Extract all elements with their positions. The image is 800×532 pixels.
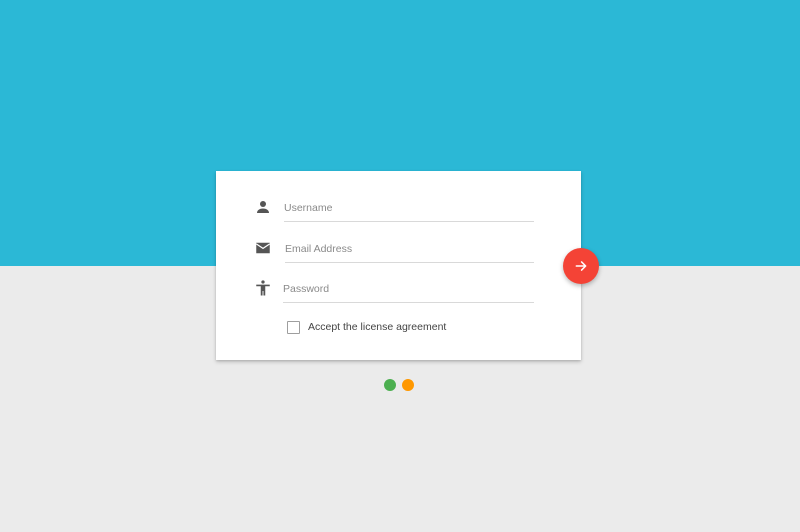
login-card: Accept the license agreement [216,171,581,360]
email-input[interactable] [285,235,534,263]
submit-button[interactable] [563,248,599,284]
step-indicator [384,379,414,391]
password-row [254,275,534,305]
step-dot [402,379,414,391]
license-label[interactable]: Accept the license agreement [308,321,446,334]
page: Accept the license agreement [0,0,800,532]
mail-icon [254,239,272,257]
arrow-right-icon [575,261,587,271]
accessibility-icon [254,279,272,297]
license-checkbox[interactable] [287,321,300,334]
username-row [254,194,534,224]
email-row [254,235,534,265]
password-input[interactable] [283,275,534,303]
username-input[interactable] [284,194,534,222]
step-dot [384,379,396,391]
person-icon [254,198,272,216]
